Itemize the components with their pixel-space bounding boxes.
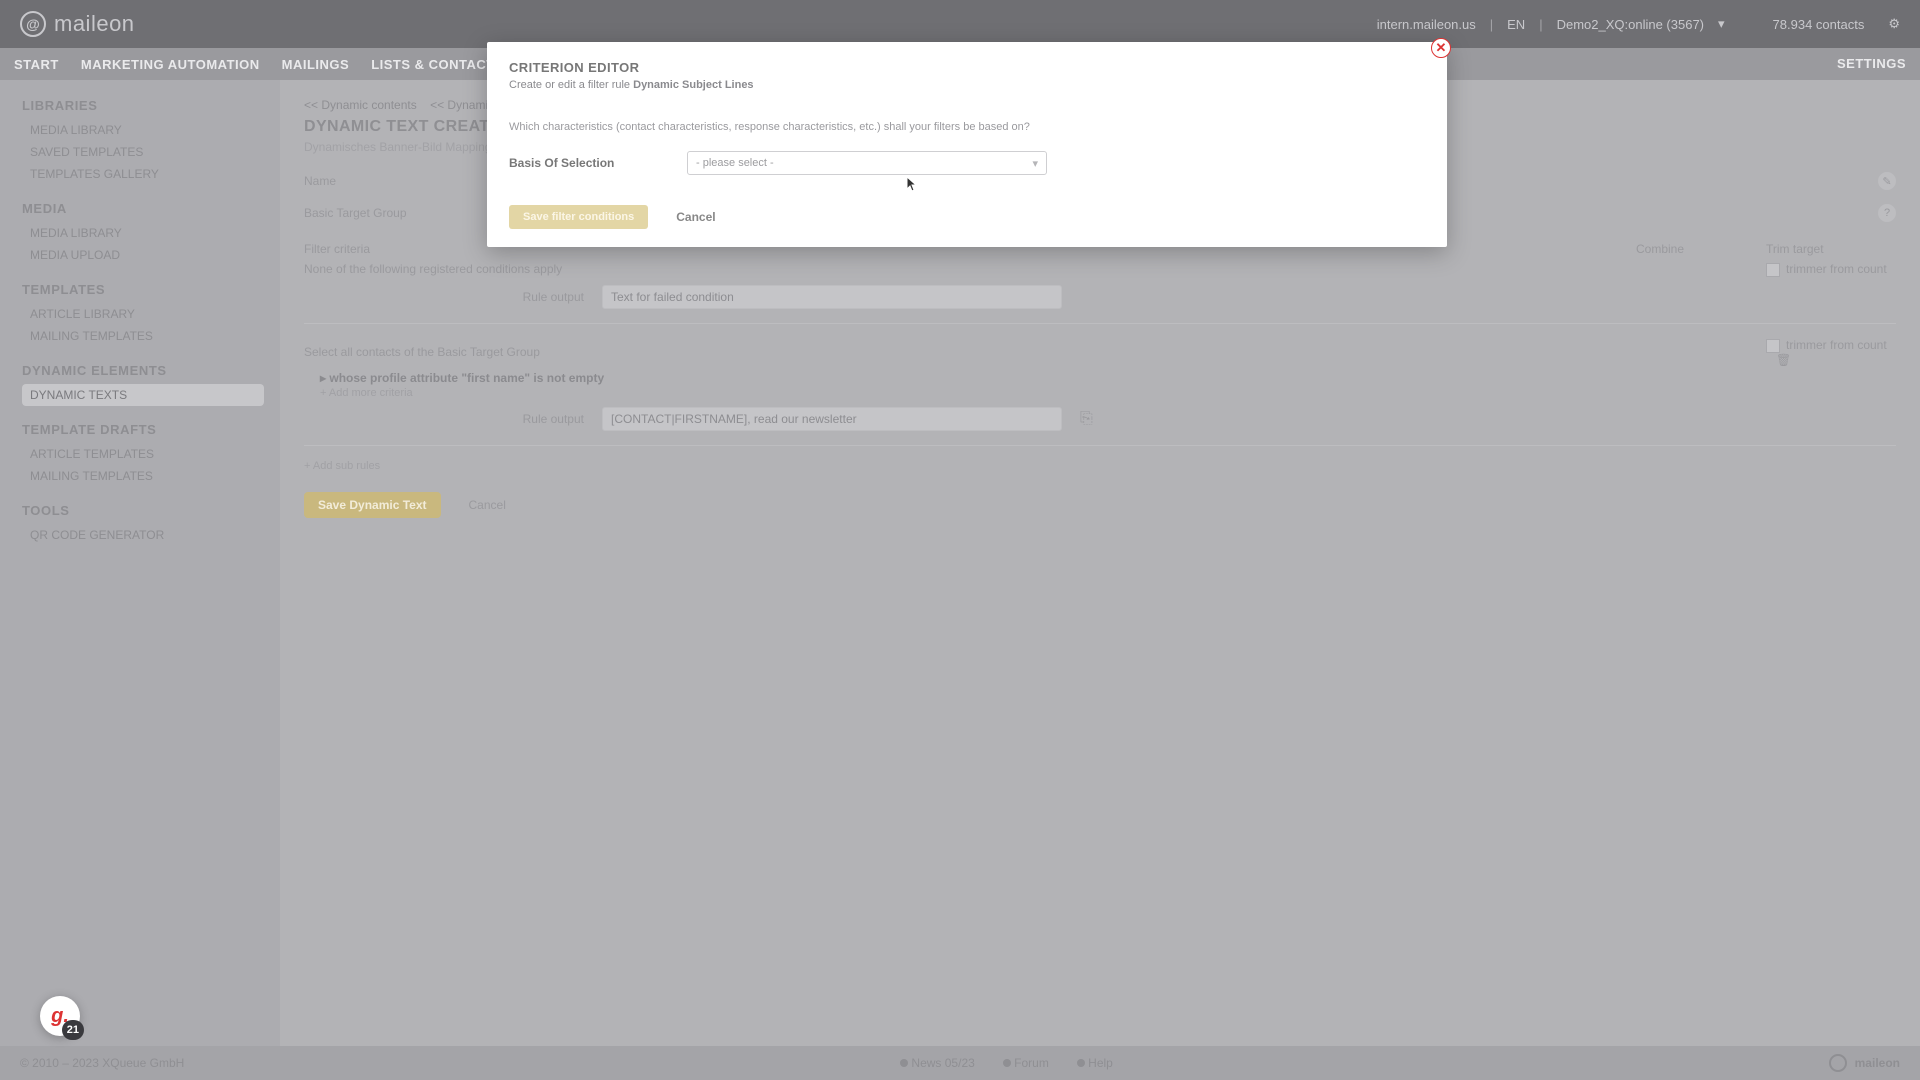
- criterion-editor-modal: ✕ CRITERION EDITOR Create or edit a filt…: [487, 42, 1447, 247]
- close-icon[interactable]: ✕: [1431, 38, 1451, 58]
- basis-of-selection-select[interactable]: - please select - ▾: [687, 151, 1047, 175]
- chevron-down-icon: ▾: [1032, 157, 1038, 170]
- modal-cancel-button[interactable]: Cancel: [662, 205, 729, 229]
- save-filter-conditions-button[interactable]: Save filter conditions: [509, 205, 648, 229]
- modal-question: Which characteristics (contact character…: [509, 121, 1425, 133]
- modal-subtitle: Create or edit a filter rule Dynamic Sub…: [509, 79, 1425, 91]
- basis-of-selection-label: Basis Of Selection: [509, 156, 659, 170]
- modal-title: CRITERION EDITOR: [509, 60, 1425, 75]
- help-chip[interactable]: g. 21: [40, 996, 80, 1036]
- select-placeholder: - please select -: [696, 157, 774, 169]
- help-chip-badge: 21: [62, 1020, 84, 1040]
